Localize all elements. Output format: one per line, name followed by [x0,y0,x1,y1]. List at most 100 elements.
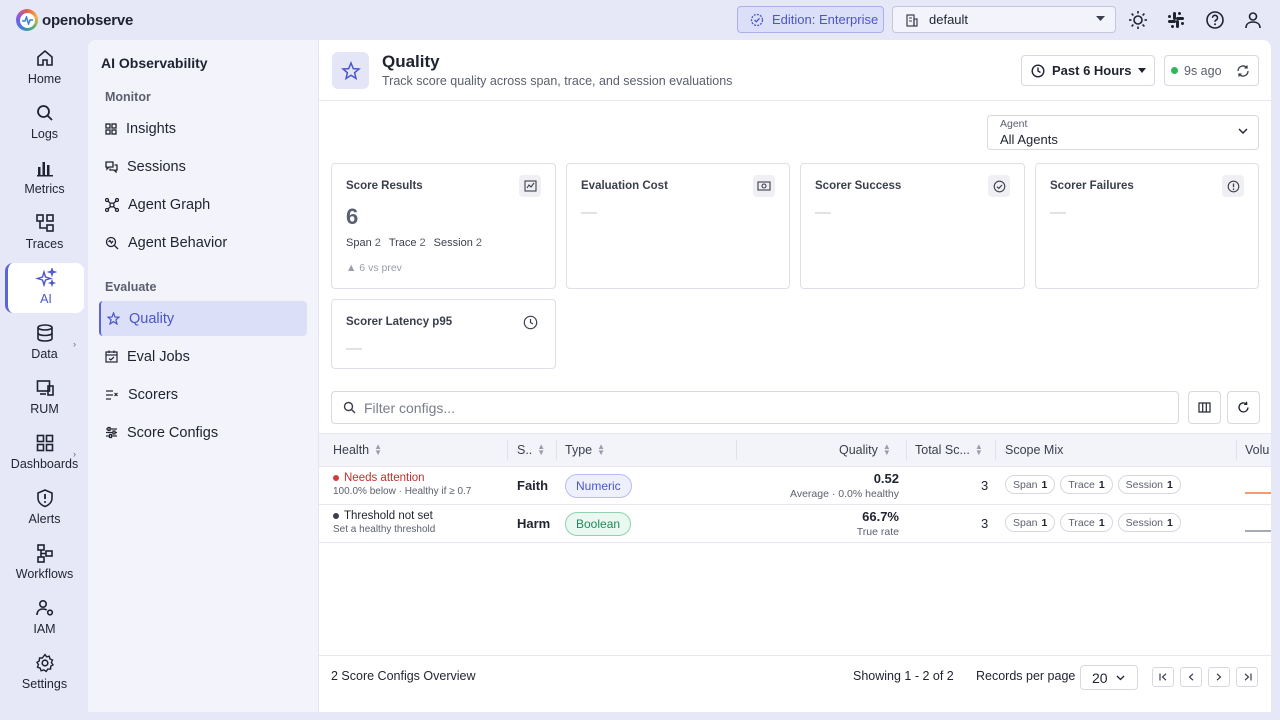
clock-icon [523,315,537,329]
rail-item-settings[interactable]: Settings [5,648,84,698]
subnav-item-score-configs[interactable]: Score Configs [99,415,307,450]
rail-item-metrics[interactable]: Metrics [5,153,84,203]
subnav-item-scorers[interactable]: Scorers [99,377,307,412]
brand-logo[interactable]: openobserve [16,9,133,31]
scope-mix: Span 1 Trace 1 Session 1 [1005,475,1181,494]
chip-label: Session [1125,478,1164,491]
first-page-button[interactable] [1152,667,1174,687]
help-icon[interactable] [1205,10,1225,30]
column-divider[interactable] [906,440,907,460]
rail-item-dashboards[interactable]: Dashboards › [5,428,84,478]
rail-item-alerts[interactable]: Alerts [5,483,84,533]
subnav-item-eval-jobs[interactable]: Eval Jobs [99,339,307,374]
span-label: Span [346,237,372,249]
gear-icon [35,653,54,673]
monitor-icon [36,380,54,396]
col-s[interactable]: S.. ▲ ▼ [517,434,545,466]
search-icon [343,401,356,414]
subnav-item-sessions[interactable]: Sessions [99,149,307,184]
subnav-item-insights[interactable]: Insights [99,111,307,146]
slack-icon[interactable] [1166,10,1186,30]
refresh-table-button[interactable] [1227,391,1260,424]
rail-item-data[interactable]: Data › [5,318,84,368]
subnav-item-quality[interactable]: Quality [99,301,307,336]
chevron-down-icon [1238,128,1248,134]
org-selector[interactable]: default [892,6,1116,33]
col-health[interactable]: Health ▲ ▼ [333,434,382,466]
ai-subnav: AI Observability Monitor Insights Sessio… [88,40,319,712]
chevron-right-icon [1216,673,1222,681]
next-page-button[interactable] [1208,667,1230,687]
card-icon-wrap [519,175,541,197]
sort-icon: ▲ ▼ [882,442,891,457]
rpp-value: 20 [1092,669,1108,686]
refresh-icon[interactable] [1236,64,1250,78]
col-label: Scope Mix [1005,443,1064,457]
chevron-right-icon: › [73,449,76,459]
rail-item-ai[interactable]: AI [5,263,84,313]
user-icon[interactable] [1243,10,1263,30]
filter-configs-input[interactable]: Filter configs... [331,391,1179,424]
page-icon [332,52,369,89]
card-title: Score Results [346,180,423,192]
rail-item-workflows[interactable]: Workflows [5,538,84,588]
table-row[interactable]: Threshold not set Set a healthy threshol… [319,505,1271,543]
score-name[interactable]: Harm [517,516,550,531]
subnav-label: Insights [126,120,176,137]
column-toggle-button[interactable] [1188,391,1221,424]
card-value: — [1050,204,1066,221]
refresh-control[interactable]: 9s ago [1164,55,1259,86]
col-scope-mix[interactable]: Scope Mix [1005,434,1063,466]
money-icon [757,180,771,191]
theme-toggle-icon[interactable] [1128,10,1148,30]
rail-item-logs[interactable]: Logs [5,98,84,148]
rail-label: Traces [25,237,64,251]
chip-label: Trace [1068,478,1095,491]
scoreboard-icon [523,180,537,192]
chip-count: 1 [1098,478,1105,491]
total-scores: 3 [981,478,989,493]
card-scorer-success: Scorer Success — [800,163,1025,289]
rail-item-iam[interactable]: IAM [5,593,84,643]
score-name[interactable]: Faith [517,478,548,493]
subnav-item-agent-behavior[interactable]: Agent Behavior [99,225,307,260]
column-divider[interactable] [556,440,557,460]
home-icon [36,49,53,66]
building-icon [906,13,918,27]
card-value: — [346,340,362,357]
col-volume[interactable]: Volu [1245,434,1269,466]
rpp-select[interactable]: 20 [1080,665,1138,690]
col-type[interactable]: Type ▲ ▼ [565,434,605,466]
time-range-label: Past 6 Hours [1052,63,1132,78]
status-label: Threshold not set [344,510,433,522]
sort-icon: ▲ ▼ [374,442,383,457]
filter-placeholder: Filter configs... [364,399,456,416]
col-quality[interactable]: Quality ▲ ▼ [839,434,891,466]
rail-label: AI [40,292,52,306]
rpp-label: Records per page [976,669,1076,683]
card-evaluation-cost: Evaluation Cost — [566,163,790,289]
agent-select[interactable]: Agent All Agents [987,115,1259,150]
trace-label: Trace [388,237,417,249]
column-divider[interactable] [736,440,737,460]
column-divider[interactable] [995,440,996,460]
chip-count: 1 [1041,478,1048,491]
rail-item-rum[interactable]: RUM [5,373,84,423]
table-row[interactable]: Needs attention 100.0% below · Healthy i… [319,467,1271,505]
column-divider[interactable] [507,440,508,460]
time-range-picker[interactable]: Past 6 Hours [1021,55,1155,86]
subnav-item-agent-graph[interactable]: Agent Graph [99,187,307,222]
grid-icon [105,122,117,135]
rail-label: Metrics [24,182,65,196]
traces-icon [35,214,54,232]
edition-badge[interactable]: Edition: Enterprise [737,6,884,33]
sliders-icon [106,426,117,439]
column-divider[interactable] [1236,440,1237,460]
rail-item-home[interactable]: Home [5,43,84,93]
rail-item-traces[interactable]: Traces [5,208,84,258]
page-header: Quality Track score quality across span,… [319,40,1271,101]
columns-icon [1198,402,1211,413]
last-page-button[interactable] [1236,667,1258,687]
prev-page-button[interactable] [1180,667,1202,687]
col-total-scores[interactable]: Total Sc... ▲ ▼ [915,434,983,466]
